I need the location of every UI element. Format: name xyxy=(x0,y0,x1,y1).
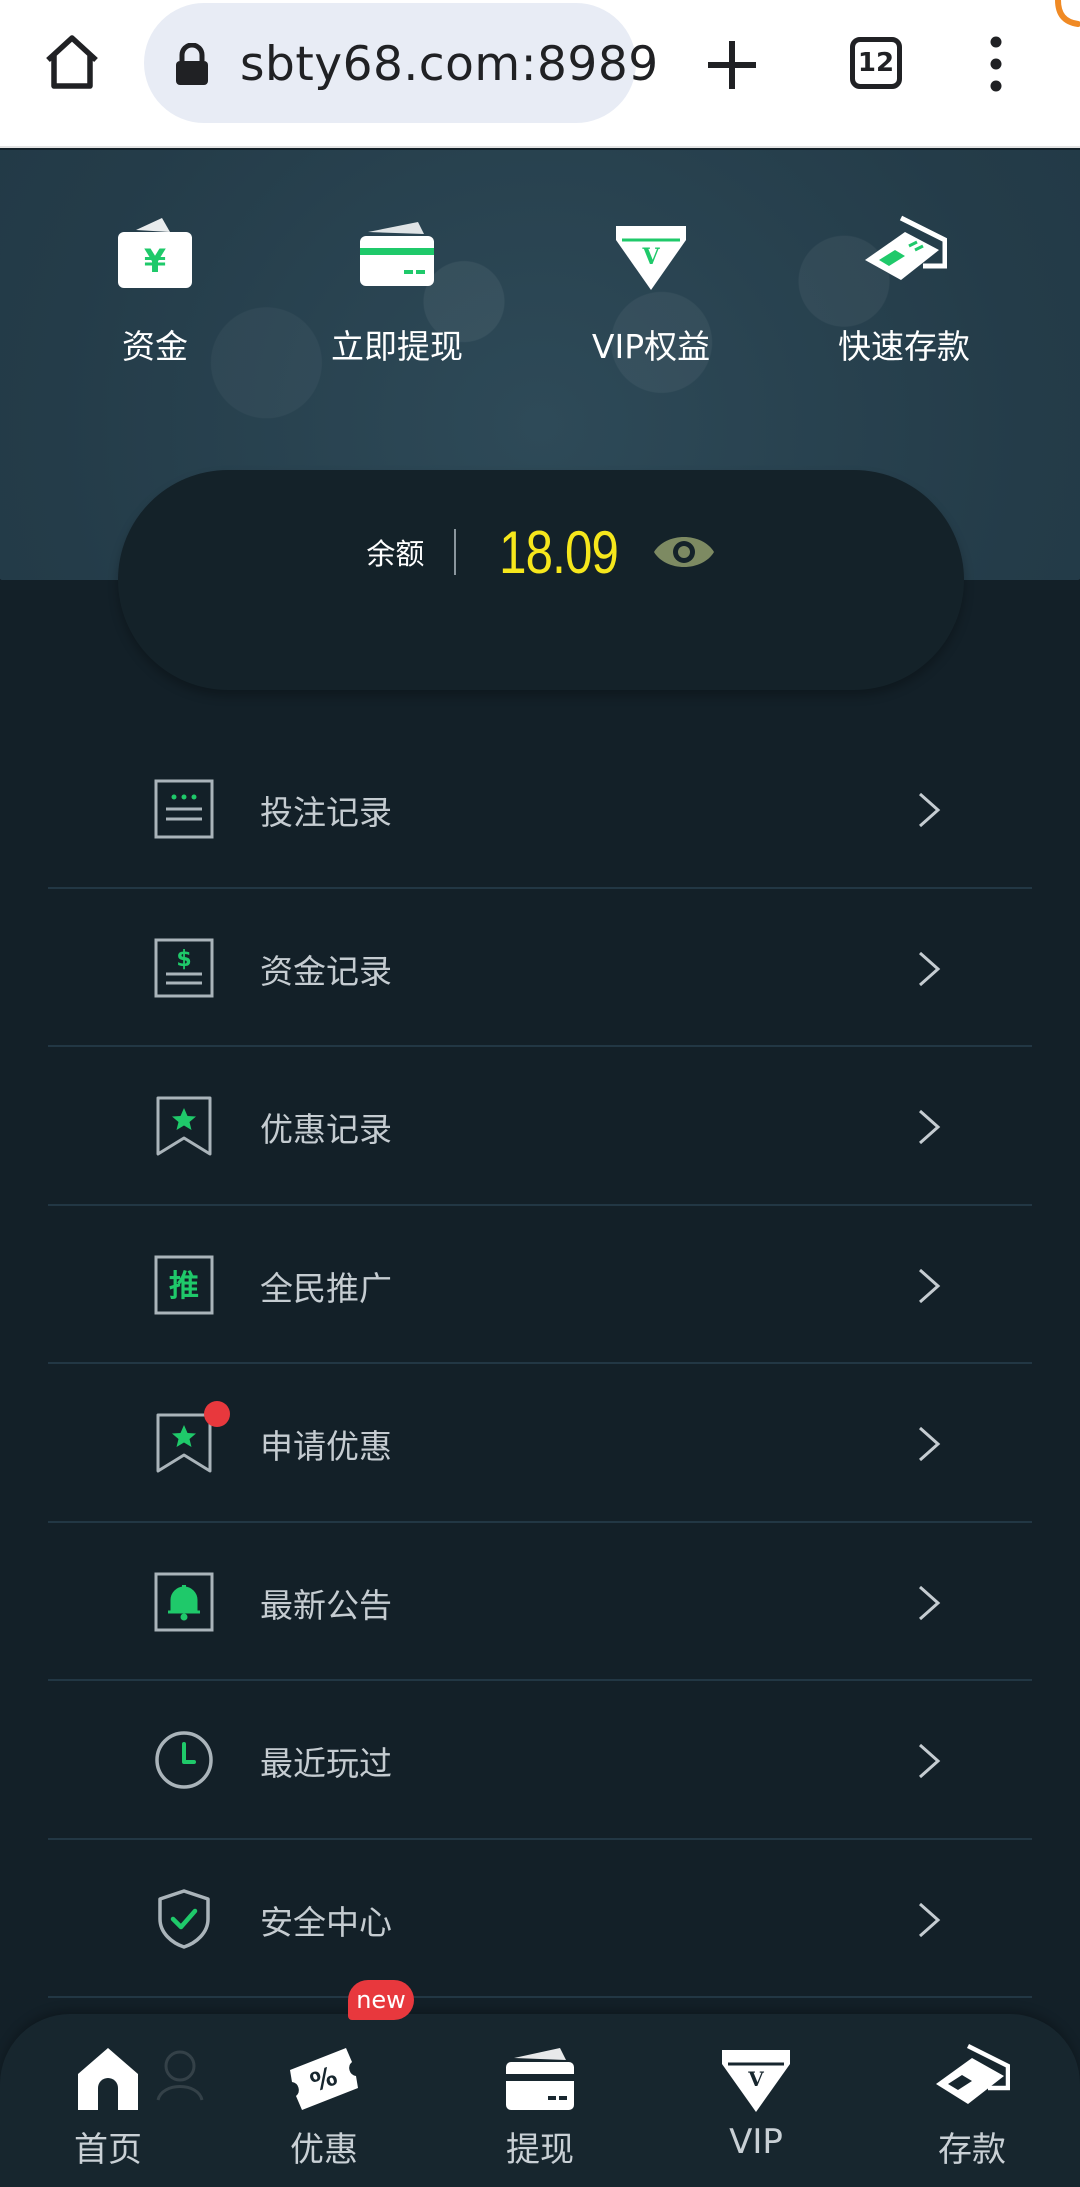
home-icon xyxy=(78,2048,138,2110)
discount-ticket-icon: % xyxy=(290,2048,358,2110)
menu-item-label: 最新公告 xyxy=(260,1585,392,1625)
nav-label: 优惠 xyxy=(290,2130,358,2170)
address-bar[interactable]: sbty68.com:8989 xyxy=(144,3,658,123)
notification-dot xyxy=(204,1401,230,1427)
nav-home[interactable]: 首页 xyxy=(8,2040,208,2180)
chevron-right-icon xyxy=(919,1902,941,1937)
menu-item-apply-promo[interactable]: 申请优惠 xyxy=(48,1364,1032,1523)
chevron-right-icon xyxy=(919,1426,941,1462)
more-options-icon[interactable] xyxy=(984,36,1008,92)
edge-decoration xyxy=(1055,0,1080,27)
menu-item-label: 全民推广 xyxy=(260,1268,392,1308)
svg-text:V: V xyxy=(641,244,660,270)
referral-icon: 推 xyxy=(154,1255,214,1314)
recent-clock-icon xyxy=(155,1731,213,1789)
quick-action-label: 资金 xyxy=(122,327,188,366)
svg-text:$: $ xyxy=(176,947,191,972)
security-shield-icon xyxy=(158,1888,210,1949)
svg-text:¥: ¥ xyxy=(144,242,166,280)
bet-record-icon xyxy=(154,779,214,839)
menu-item-fund-record[interactable]: $ 资金记录 xyxy=(48,889,1032,1047)
withdraw-card-icon xyxy=(506,2048,574,2110)
bottom-nav: 首页 % 优惠 new 提现 V VIP 存款 xyxy=(0,1980,1080,2187)
browser-toolbar: sbty68.com:8989 12 xyxy=(0,0,1080,148)
menu-item-label: 优惠记录 xyxy=(260,1110,392,1149)
nav-label: VIP xyxy=(729,2122,783,2162)
menu-item-label: 投注记录 xyxy=(260,793,392,832)
chevron-right-icon xyxy=(919,792,941,828)
chevron-right-icon xyxy=(919,1743,941,1779)
url-text: sbty68.com:8989 xyxy=(240,37,659,92)
deposit-card-icon xyxy=(936,2043,1010,2104)
quick-action-deposit[interactable]: 快速存款 xyxy=(794,210,1014,390)
balance-label: 余额 xyxy=(366,537,425,571)
card-deposit-icon xyxy=(865,215,947,280)
nav-vip[interactable]: V VIP xyxy=(656,2040,856,2180)
menu-item-label: 申请优惠 xyxy=(260,1427,392,1466)
referral-icon-text: 推 xyxy=(169,1269,199,1304)
nav-promotions[interactable]: % 优惠 xyxy=(224,2040,424,2180)
fund-record-icon: $ xyxy=(154,938,214,997)
vip-diamond-icon: V xyxy=(722,2050,790,2112)
menu-item-recent-played[interactable]: 最近玩过 xyxy=(48,1681,1032,1840)
quick-action-withdraw[interactable]: 立即提现 xyxy=(287,210,507,390)
quick-action-funds[interactable]: ¥ 资金 xyxy=(45,210,265,390)
chevron-right-icon xyxy=(919,1585,941,1620)
eye-icon[interactable] xyxy=(652,530,716,574)
nav-label: 存款 xyxy=(938,2130,1006,2170)
balance-amount: 18.09 xyxy=(499,518,619,586)
chevron-right-icon xyxy=(919,1109,941,1145)
nav-label: 提现 xyxy=(506,2130,574,2170)
lock-icon xyxy=(176,43,208,85)
tab-switcher-button[interactable]: 12 xyxy=(850,37,902,89)
vip-diamond-icon: V xyxy=(616,226,686,290)
quick-action-label: 快速存款 xyxy=(838,327,970,366)
menu-item-label: 资金记录 xyxy=(260,951,392,991)
divider xyxy=(454,529,457,575)
menu-item-bet-record[interactable]: 投注记录 xyxy=(48,730,1032,889)
menu-item-security-center[interactable]: 安全中心 xyxy=(48,1840,1032,1998)
quick-action-vip[interactable]: V VIP权益 xyxy=(541,210,761,390)
nav-deposit[interactable]: 存款 xyxy=(872,2040,1072,2180)
chevron-right-icon xyxy=(919,1268,941,1303)
promo-record-icon xyxy=(156,1096,212,1156)
new-badge: new xyxy=(348,1980,414,2020)
svg-text:V: V xyxy=(747,2067,764,2091)
home-icon[interactable] xyxy=(40,30,104,94)
menu-item-label: 安全中心 xyxy=(260,1902,392,1942)
menu-item-referral[interactable]: 推 全民推广 xyxy=(48,1206,1032,1364)
card-withdraw-icon xyxy=(360,222,434,286)
menu-item-label: 最近玩过 xyxy=(260,1744,392,1783)
nav-label: 首页 xyxy=(74,2130,142,2170)
nav-withdraw[interactable]: 提现 xyxy=(440,2040,640,2180)
wallet-yen-icon: ¥ xyxy=(118,218,192,288)
quick-action-label: VIP权益 xyxy=(591,327,711,366)
quick-action-label: 立即提现 xyxy=(331,327,463,366)
announcement-bell-icon xyxy=(154,1572,214,1631)
menu-item-announcements[interactable]: 最新公告 xyxy=(48,1523,1032,1681)
account-menu: 投注记录 $ 资金记录 优惠记录 推 全民推广 申请优惠 最新公告 最近玩过 安… xyxy=(48,730,1032,1998)
chevron-right-icon xyxy=(919,951,941,986)
balance-card: 余额 18.09 xyxy=(118,470,964,690)
new-tab-icon[interactable] xyxy=(702,35,762,95)
menu-item-promo-record[interactable]: 优惠记录 xyxy=(48,1047,1032,1206)
